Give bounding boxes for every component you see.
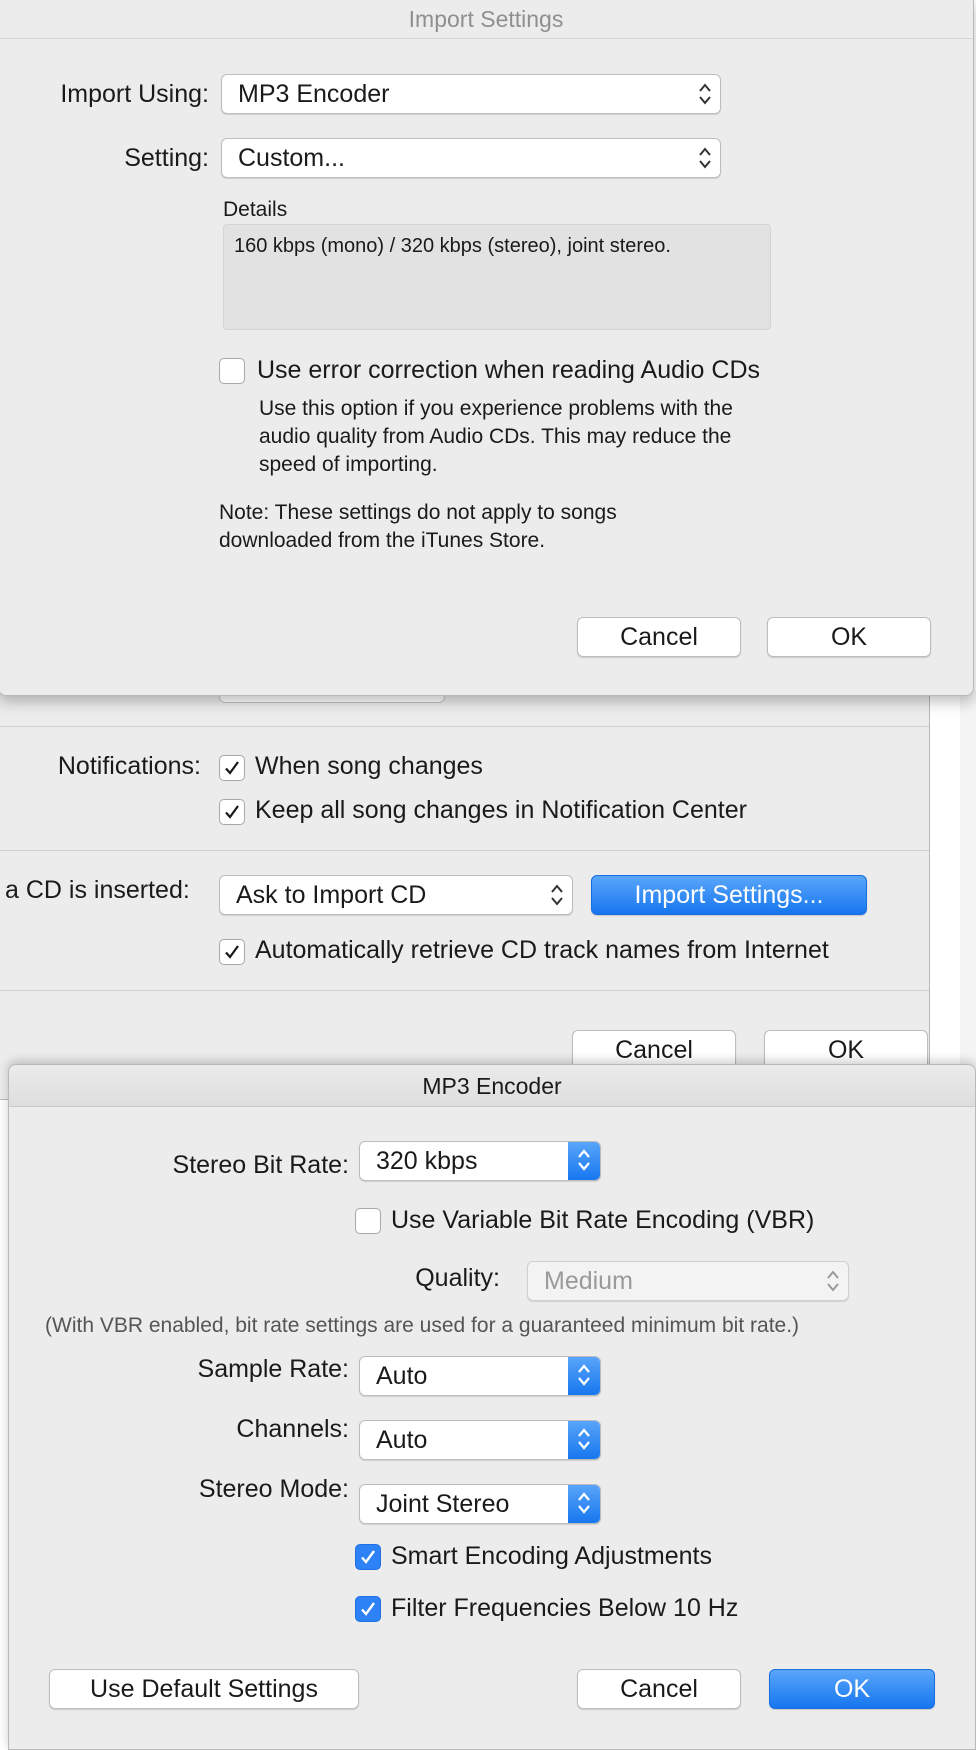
auto-retrieve-checkbox[interactable] bbox=[219, 939, 245, 965]
background-window-edge bbox=[960, 690, 976, 1090]
checkmark-icon bbox=[361, 1602, 375, 1616]
mp3-cancel-button[interactable]: Cancel bbox=[577, 1669, 741, 1709]
when-song-changes-checkbox[interactable] bbox=[219, 755, 245, 781]
use-default-settings-button[interactable]: Use Default Settings bbox=[49, 1669, 359, 1709]
auto-retrieve-label: Automatically retrieve CD track names fr… bbox=[255, 936, 829, 964]
quality-label: Quality: bbox=[415, 1264, 500, 1292]
notifications-label: Notifications: bbox=[57, 752, 201, 780]
note-line-1: Note: These settings do not apply to son… bbox=[219, 501, 617, 524]
keep-all-label: Keep all song changes in Notification Ce… bbox=[255, 796, 747, 824]
cd-inserted-label: a CD is inserted: bbox=[5, 876, 190, 904]
mp3-encoder-window: MP3 Encoder Stereo Bit Rate: 320 kbps Us… bbox=[8, 1064, 976, 1750]
quality-popup[interactable]: Medium bbox=[527, 1261, 849, 1301]
stereo-mode-label: Stereo Mode: bbox=[198, 1475, 349, 1503]
import-settings-title: Import Settings bbox=[0, 0, 973, 39]
note-line-2: downloaded from the iTunes Store. bbox=[219, 529, 546, 552]
setting-value: Custom... bbox=[238, 144, 345, 172]
chevron-updown-icon bbox=[827, 1270, 839, 1292]
chevron-updown-icon bbox=[578, 1428, 590, 1450]
details-label: Details bbox=[223, 198, 288, 221]
import-using-popup[interactable]: MP3 Encoder bbox=[221, 74, 721, 114]
mp3-encoder-title: MP3 Encoder bbox=[9, 1065, 975, 1107]
popup-arrow-cap bbox=[568, 1142, 600, 1180]
channels-popup[interactable]: Auto bbox=[359, 1420, 601, 1460]
error-correction-checkbox[interactable] bbox=[219, 358, 245, 384]
error-correction-help-3: speed of importing. bbox=[259, 453, 438, 476]
import-using-label: Import Using: bbox=[60, 80, 209, 108]
smart-encoding-label: Smart Encoding Adjustments bbox=[391, 1542, 712, 1570]
filter-frequencies-label: Filter Frequencies Below 10 Hz bbox=[391, 1594, 739, 1622]
import-ok-button[interactable]: OK bbox=[767, 617, 931, 657]
chevron-updown-icon bbox=[578, 1364, 590, 1386]
separator bbox=[0, 990, 929, 991]
separator bbox=[0, 726, 929, 727]
stereo-bit-rate-popup[interactable]: 320 kbps bbox=[359, 1141, 601, 1181]
stereo-mode-popup[interactable]: Joint Stereo bbox=[359, 1484, 601, 1524]
stereo-mode-value: Joint Stereo bbox=[376, 1490, 510, 1518]
checkmark-icon bbox=[361, 1550, 375, 1564]
sample-rate-label: Sample Rate: bbox=[197, 1355, 349, 1383]
error-correction-label: Use error correction when reading Audio … bbox=[257, 356, 761, 384]
when-song-changes-label: When song changes bbox=[255, 752, 483, 780]
vbr-checkbox[interactable] bbox=[355, 1208, 381, 1234]
import-settings-window: Import Settings Import Using: MP3 Encode… bbox=[0, 0, 974, 696]
details-box: 160 kbps (mono) / 320 kbps (stereo), joi… bbox=[223, 224, 771, 330]
separator bbox=[0, 850, 929, 851]
sample-rate-value: Auto bbox=[376, 1362, 428, 1390]
chevron-updown-icon bbox=[578, 1149, 590, 1171]
popup-arrow-cap bbox=[568, 1357, 600, 1395]
error-correction-help-1: Use this option if you experience proble… bbox=[259, 397, 733, 420]
error-correction-help-2: audio quality from Audio CDs. This may r… bbox=[259, 425, 732, 448]
keep-all-checkbox[interactable] bbox=[219, 799, 245, 825]
chevron-updown-icon bbox=[699, 83, 711, 105]
chevron-updown-icon bbox=[578, 1492, 590, 1514]
mp3-ok-button[interactable]: OK bbox=[769, 1669, 935, 1709]
setting-label: Setting: bbox=[124, 144, 209, 172]
vbr-label: Use Variable Bit Rate Encoding (VBR) bbox=[391, 1206, 815, 1234]
chevron-updown-icon bbox=[551, 884, 563, 906]
popup-arrow-cap bbox=[568, 1485, 600, 1523]
setting-popup[interactable]: Custom... bbox=[221, 138, 721, 178]
channels-value: Auto bbox=[376, 1426, 428, 1454]
details-text: 160 kbps (mono) / 320 kbps (stereo), joi… bbox=[234, 235, 671, 257]
channels-label: Channels: bbox=[236, 1415, 349, 1443]
stereo-bit-rate-value: 320 kbps bbox=[376, 1147, 478, 1175]
vbr-note: (With VBR enabled, bit rate settings are… bbox=[45, 1314, 800, 1337]
import-settings-button[interactable]: Import Settings... bbox=[591, 875, 867, 915]
cd-inserted-popup[interactable]: Ask to Import CD bbox=[219, 875, 573, 915]
checkmark-icon bbox=[225, 805, 239, 819]
stereo-bit-rate-label: Stereo Bit Rate: bbox=[172, 1151, 349, 1179]
quality-value: Medium bbox=[544, 1267, 633, 1295]
import-using-value: MP3 Encoder bbox=[238, 80, 390, 108]
sample-rate-popup[interactable]: Auto bbox=[359, 1356, 601, 1396]
import-cancel-button[interactable]: Cancel bbox=[577, 617, 741, 657]
chevron-updown-icon bbox=[699, 147, 711, 169]
popup-arrow-cap bbox=[568, 1421, 600, 1459]
cd-inserted-value: Ask to Import CD bbox=[236, 881, 427, 909]
filter-frequencies-checkbox[interactable] bbox=[355, 1596, 381, 1622]
checkmark-icon bbox=[225, 945, 239, 959]
checkmark-icon bbox=[225, 761, 239, 775]
smart-encoding-checkbox[interactable] bbox=[355, 1544, 381, 1570]
